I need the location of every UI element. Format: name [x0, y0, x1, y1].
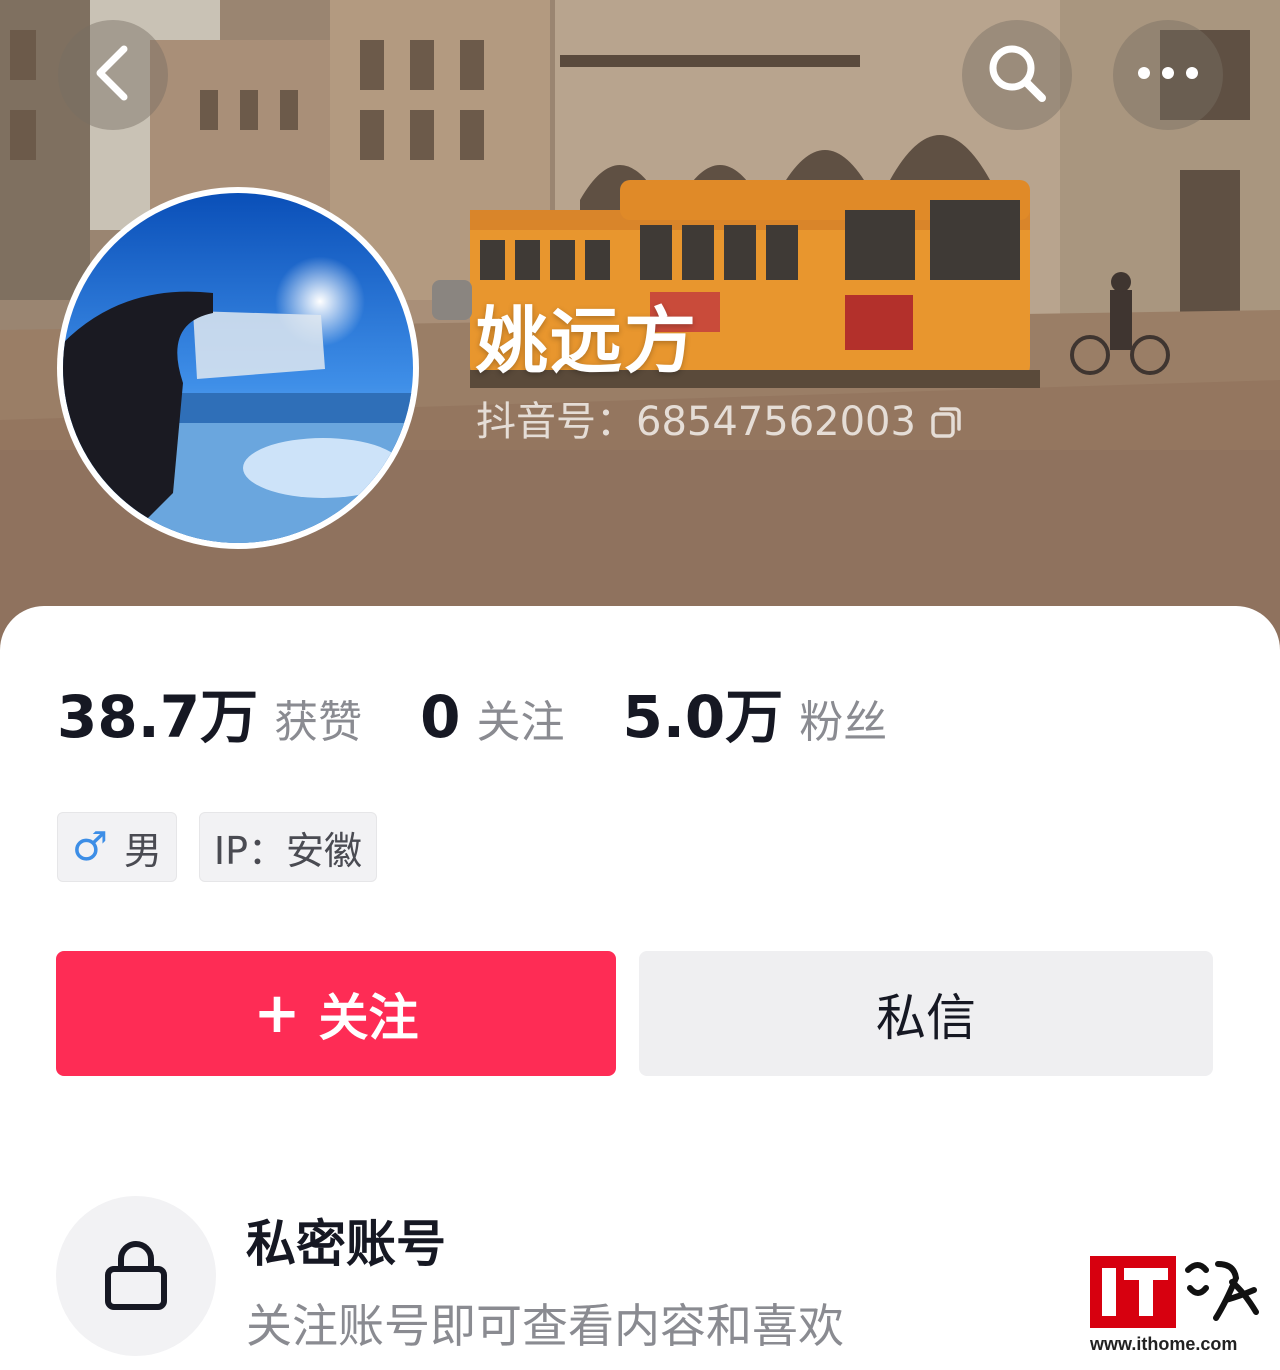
private-account-description: 关注账号即可查看内容和喜欢	[246, 1299, 844, 1353]
plus-icon: +	[253, 981, 301, 1046]
follow-button[interactable]: + 关注	[56, 951, 616, 1076]
more-dots-icon	[1136, 63, 1200, 87]
stat-likes[interactable]: 38.7万 获赞	[57, 670, 362, 754]
avatar[interactable]	[57, 187, 419, 549]
more-options-button[interactable]	[1113, 20, 1223, 130]
douyin-id-row: 抖音号：68547562003	[476, 396, 964, 448]
ip-location-label: IP：安徽	[213, 828, 362, 873]
nickname: 姚远方	[476, 299, 699, 383]
follow-label: 关注	[318, 988, 419, 1047]
cover-photo: 姚远方 抖音号：68547562003	[0, 0, 1280, 660]
profile-tags: ♂ 男 IP：安徽	[57, 812, 399, 882]
chevron-left-icon	[88, 43, 138, 107]
lock-icon	[103, 1237, 169, 1315]
gender-tag: ♂ 男	[57, 812, 177, 882]
followers-count: 5.0万	[622, 683, 784, 751]
back-button[interactable]	[58, 20, 168, 130]
following-label: 关注	[476, 697, 565, 748]
stat-following[interactable]: 0 关注	[420, 683, 564, 751]
likes-count: 38.7万	[57, 683, 259, 751]
profile-page: 姚远方 抖音号：68547562003 38.7万 获赞 0 关注 5.0万 粉…	[0, 0, 1280, 1370]
gender-label: 男	[123, 828, 162, 873]
copy-icon[interactable]	[930, 404, 964, 440]
avatar-image	[63, 193, 413, 543]
stats-row: 38.7万 获赞 0 关注 5.0万 粉丝	[57, 670, 945, 751]
private-account-icon-wrap	[56, 1196, 216, 1356]
likes-label: 获赞	[274, 697, 363, 748]
message-button[interactable]: 私信	[639, 951, 1213, 1076]
douyin-id: 抖音号：68547562003	[476, 399, 916, 445]
search-icon	[985, 41, 1049, 109]
following-count: 0	[420, 683, 461, 751]
ip-location-tag: IP：安徽	[198, 812, 377, 882]
male-icon: ♂	[72, 824, 108, 870]
watermark-url: www.ithome.com	[1090, 1334, 1238, 1354]
message-label: 私信	[876, 988, 976, 1047]
followers-label: 粉丝	[799, 697, 888, 748]
private-account-title: 私密账号	[246, 1215, 446, 1273]
search-button[interactable]	[962, 20, 1072, 130]
stat-followers[interactable]: 5.0万 粉丝	[622, 670, 887, 754]
